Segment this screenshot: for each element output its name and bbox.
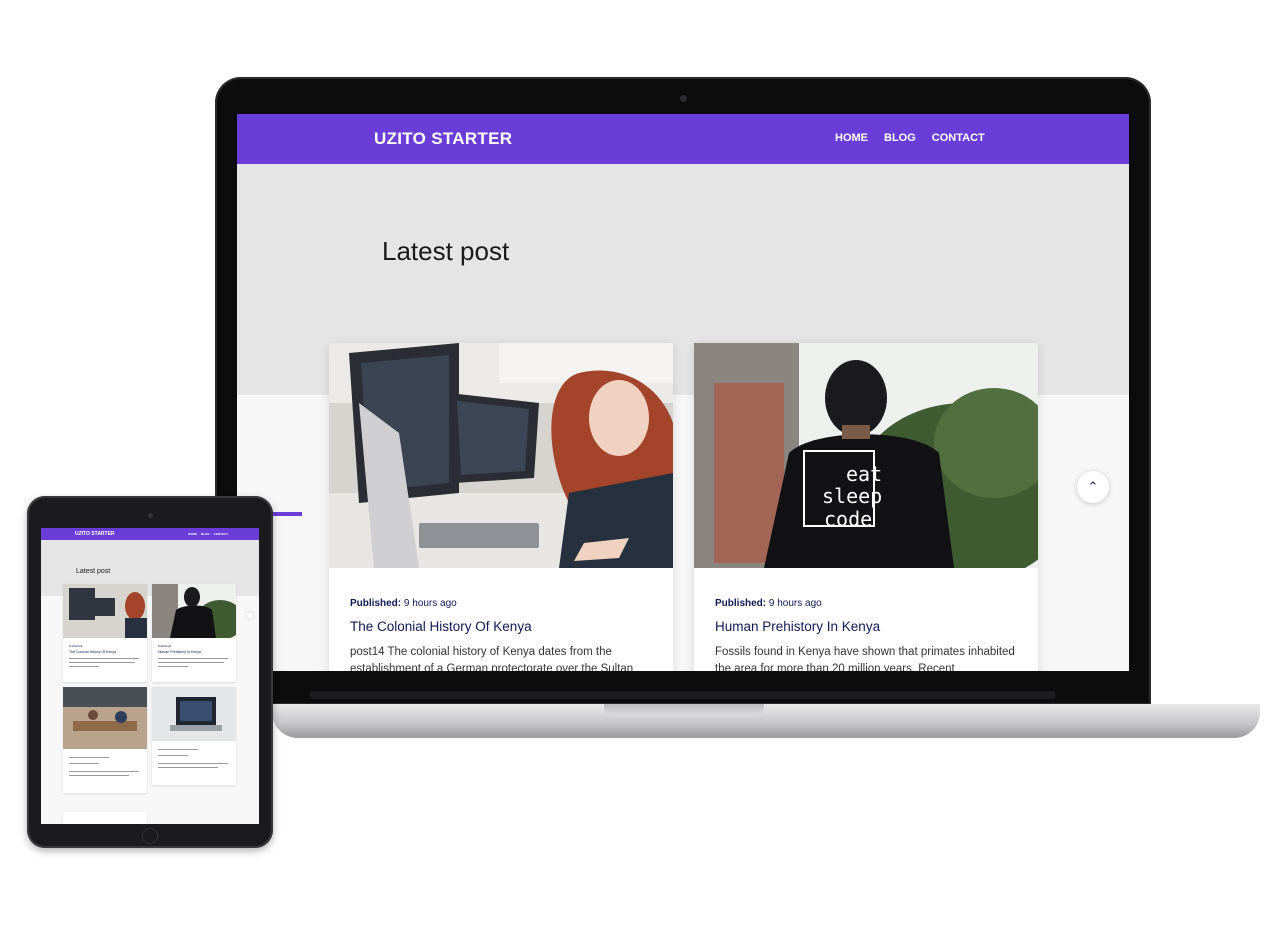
laptop-base xyxy=(272,704,1260,738)
post-meta: Published: 9 hours ago xyxy=(715,598,822,609)
tablet-text-line xyxy=(69,771,139,772)
laptop-camera xyxy=(680,95,687,102)
tablet-text-line xyxy=(158,755,188,756)
tablet-text-line xyxy=(158,666,188,667)
post-card[interactable]: eat sleep code Published: 9 hours ago Hu… xyxy=(694,343,1038,671)
tablet-text-line xyxy=(69,763,99,764)
tablet-post-image[interactable] xyxy=(152,687,236,741)
laptop-screen: UZITO STARTER HOME BLOG CONTACT Latest p… xyxy=(237,114,1129,671)
laptop-hinge xyxy=(310,691,1055,699)
tablet-camera xyxy=(148,513,153,518)
tablet-post-meta: Published: xyxy=(69,644,84,648)
nav-contact[interactable]: CONTACT xyxy=(932,132,985,144)
nav-links: HOME BLOG CONTACT xyxy=(835,132,985,144)
progress-accent-bar xyxy=(273,512,302,516)
tablet-nav-home[interactable]: HOME xyxy=(188,532,197,536)
svg-text:code: code xyxy=(824,507,872,531)
svg-text:eat: eat xyxy=(846,462,882,486)
tablet-post-title[interactable]: Human Prehistory In Kenya xyxy=(158,650,201,654)
tablet-nav-blog[interactable]: BLOG xyxy=(201,532,210,536)
tablet-text-line xyxy=(69,658,139,659)
post-excerpt: post14 The colonial history of Kenya dat… xyxy=(350,646,634,671)
scroll-top-button[interactable]: ⌃ xyxy=(1077,471,1109,503)
nav-home[interactable]: HOME xyxy=(835,132,868,144)
tablet-post-card[interactable]: Published: The Colonial History Of Kenya xyxy=(63,584,147,682)
post-title[interactable]: Human Prehistory In Kenya xyxy=(715,619,1020,634)
nav-blog[interactable]: BLOG xyxy=(884,132,916,144)
tablet-post-card[interactable] xyxy=(152,687,236,785)
tablet-text-line xyxy=(69,757,109,758)
tablet-frame: UZITO STARTER HOME BLOG CONTACT Latest p… xyxy=(27,496,273,848)
tablet-post-title[interactable]: The Colonial History Of Kenya xyxy=(69,650,116,654)
chevron-up-icon: ⌃ xyxy=(1087,479,1099,494)
post-card[interactable]: Published: 9 hours ago The Colonial Hist… xyxy=(329,343,673,671)
tablet-text-line xyxy=(158,662,224,663)
navbar: UZITO STARTER HOME BLOG CONTACT xyxy=(237,114,1129,164)
tablet-brand[interactable]: UZITO STARTER xyxy=(75,531,115,537)
tablet-nav-contact[interactable]: CONTACT xyxy=(214,532,228,536)
tablet-text-line xyxy=(158,749,198,750)
tablet-page-title: Latest post xyxy=(76,568,111,575)
tablet-post-card[interactable]: Published: Human Prehistory In Kenya xyxy=(152,584,236,682)
tablet-text-line xyxy=(69,662,135,663)
site-brand[interactable]: UZITO STARTER xyxy=(374,129,512,149)
tablet-scroll-top-button[interactable] xyxy=(246,612,253,619)
laptop-notch xyxy=(604,704,764,716)
post-image-eat-sleep-code[interactable]: eat sleep code xyxy=(694,343,1038,568)
post-image-woman-at-computer[interactable] xyxy=(329,343,673,568)
tablet-screen: UZITO STARTER HOME BLOG CONTACT Latest p… xyxy=(41,528,259,824)
tablet-text-line xyxy=(158,767,218,768)
tablet-post-image[interactable] xyxy=(63,584,147,638)
tablet-home-button[interactable] xyxy=(142,828,158,844)
tablet-text-line xyxy=(158,658,228,659)
page-title: Latest post xyxy=(382,236,510,266)
svg-text:sleep: sleep xyxy=(822,484,882,508)
tablet-navbar: UZITO STARTER HOME BLOG CONTACT xyxy=(41,528,259,540)
post-meta: Published: 9 hours ago xyxy=(350,598,457,609)
tablet-post-card[interactable] xyxy=(63,812,147,824)
post-title[interactable]: The Colonial History Of Kenya xyxy=(350,619,655,634)
tablet-nav-links: HOME BLOG CONTACT xyxy=(188,532,228,536)
tablet-post-image[interactable] xyxy=(152,584,236,638)
post-card-body: Published: 9 hours ago The Colonial Hist… xyxy=(350,598,655,671)
post-card-body: Published: 9 hours ago Human Prehistory … xyxy=(715,598,1020,671)
tablet-text-line xyxy=(69,775,129,776)
post-excerpt: Fossils found in Kenya have shown that p… xyxy=(715,646,1015,671)
tablet-post-card[interactable] xyxy=(63,687,147,793)
tablet-post-meta: Published: xyxy=(158,644,173,648)
tablet-text-line xyxy=(69,666,99,667)
tablet-post-image[interactable] xyxy=(63,687,147,749)
tablet-text-line xyxy=(158,763,228,764)
